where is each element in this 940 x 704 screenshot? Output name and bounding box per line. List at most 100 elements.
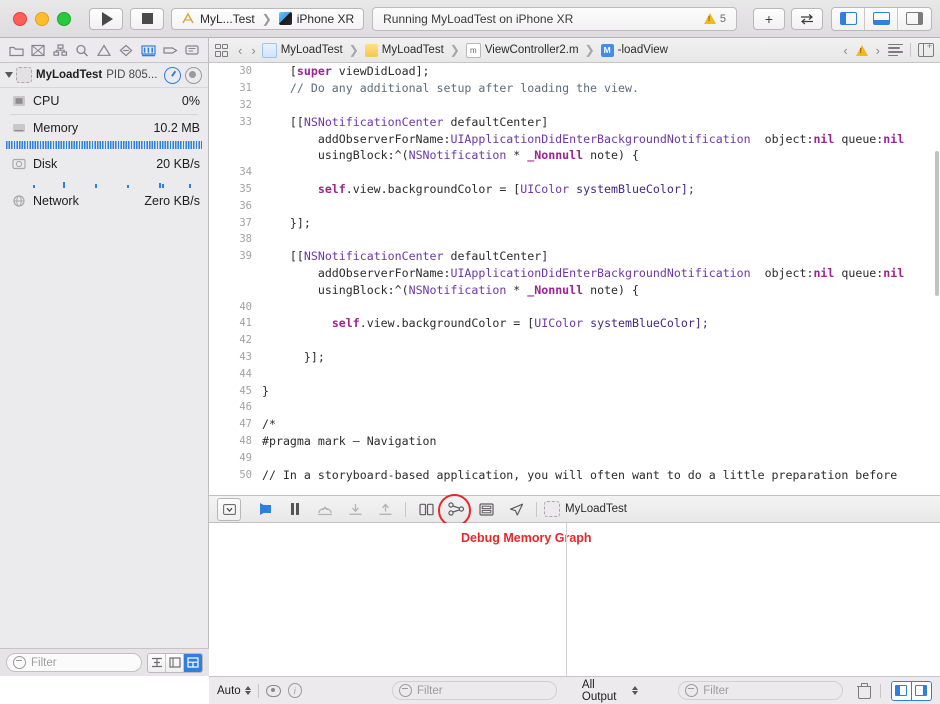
breadcrumb-item-3[interactable]: M -loadView bbox=[601, 44, 668, 57]
simulate-location-button[interactable] bbox=[501, 499, 531, 520]
xcode-window: MyL...Test ❯ iPhone XR Running MyLoadTes… bbox=[0, 0, 940, 704]
show-console-view-button[interactable] bbox=[912, 682, 932, 700]
close-window-button[interactable] bbox=[13, 12, 27, 26]
folder-icon bbox=[365, 44, 378, 57]
step-over-button[interactable] bbox=[310, 499, 340, 520]
warning-triangle-icon[interactable] bbox=[856, 45, 868, 56]
environment-overrides-button[interactable] bbox=[471, 499, 501, 520]
location-arrow-icon bbox=[509, 503, 524, 516]
gauge-row-network[interactable]: Network Zero KB/s bbox=[0, 188, 208, 214]
navigator-filter-field[interactable]: Filter bbox=[6, 653, 142, 672]
record-icon[interactable] bbox=[185, 67, 202, 84]
continue-button[interactable] bbox=[250, 499, 280, 520]
divider bbox=[258, 684, 259, 698]
line-number: 48 bbox=[209, 435, 262, 447]
assistant-editor-icon[interactable] bbox=[918, 43, 934, 57]
code-line: 33 [[NSNotificationCenter defaultCenter] bbox=[209, 113, 940, 130]
scheme-selector[interactable]: MyL...Test ❯ iPhone XR bbox=[171, 8, 364, 30]
code-lines-icon[interactable] bbox=[888, 44, 903, 56]
toggle-debug-area-button[interactable] bbox=[865, 8, 898, 30]
minimize-window-button[interactable] bbox=[35, 12, 49, 26]
stop-button[interactable] bbox=[130, 8, 164, 30]
warning-badge[interactable]: 5 bbox=[704, 13, 726, 25]
symbol-icon bbox=[53, 44, 68, 57]
code-text: // In a storyboard-based application, yo… bbox=[262, 468, 940, 482]
line-number: 31 bbox=[209, 82, 262, 94]
pause-icon bbox=[291, 503, 300, 515]
scheme-name: MyL...Test bbox=[200, 12, 255, 26]
code-editor[interactable]: 30 [super viewDidLoad];31 // Do any addi… bbox=[209, 63, 940, 495]
code-text: }]; bbox=[262, 350, 940, 364]
previous-issue-button[interactable]: ‹ bbox=[840, 43, 850, 58]
process-row[interactable]: MyLoadTest PID 805... bbox=[0, 63, 208, 88]
variables-scope-label: Auto bbox=[217, 685, 241, 697]
navigator-tab-test[interactable] bbox=[117, 42, 136, 59]
toolbar: MyL...Test ❯ iPhone XR Running MyLoadTes… bbox=[0, 0, 940, 38]
navigator-tab-debug[interactable] bbox=[139, 42, 158, 59]
variables-scope-popup[interactable]: Auto bbox=[217, 685, 251, 697]
info-icon[interactable]: i bbox=[288, 683, 302, 698]
navigate-back-button[interactable]: ‹ bbox=[235, 43, 245, 58]
code-line: usingBlock:^(NSNotification * _Nonnull n… bbox=[209, 281, 940, 298]
navigator-tab-find[interactable] bbox=[73, 42, 92, 59]
add-editor-button[interactable]: + bbox=[753, 8, 785, 30]
breadcrumb-item-2[interactable]: m ViewController2.m bbox=[466, 43, 579, 58]
clear-console-icon[interactable] bbox=[857, 683, 870, 698]
hierarchy-view-button[interactable] bbox=[166, 654, 184, 672]
debug-bar: MyLoadTest bbox=[209, 495, 940, 523]
step-into-button[interactable] bbox=[340, 499, 370, 520]
code-line: addObserverForName:UIApplicationDidEnter… bbox=[209, 130, 940, 147]
hide-debug-area-button[interactable] bbox=[217, 498, 241, 521]
line-number: 42 bbox=[209, 334, 262, 346]
breadcrumb-item-0[interactable]: MyLoadTest bbox=[262, 43, 343, 58]
disk-usage-graph bbox=[10, 179, 198, 188]
next-issue-button[interactable]: › bbox=[873, 43, 883, 58]
divider bbox=[910, 43, 911, 57]
hide-debug-icon bbox=[223, 504, 236, 515]
related-items-icon[interactable] bbox=[215, 44, 228, 57]
navigate-forward-button[interactable]: › bbox=[248, 43, 258, 58]
navigator-tab-symbol[interactable] bbox=[51, 42, 70, 59]
zoom-window-button[interactable] bbox=[57, 12, 71, 26]
show-variables-view-button[interactable] bbox=[892, 682, 912, 700]
toggle-inspector-button[interactable] bbox=[898, 8, 931, 30]
gauge-row-memory[interactable]: Memory 10.2 MB bbox=[0, 115, 208, 141]
variables-filter-field[interactable]: Filter bbox=[392, 681, 557, 700]
navigator-tab-report[interactable] bbox=[183, 42, 202, 59]
editor-vertical-scrollbar[interactable] bbox=[935, 65, 939, 493]
code-review-button[interactable] bbox=[791, 8, 823, 30]
breadcrumb-item-1[interactable]: MyLoadTest bbox=[365, 44, 444, 57]
code-line: 47/* bbox=[209, 416, 940, 433]
debug-process-item[interactable]: MyLoadTest bbox=[544, 501, 627, 517]
flat-view-button[interactable] bbox=[148, 654, 166, 672]
console-filter-field[interactable]: Filter bbox=[678, 681, 843, 700]
gauge-row-cpu[interactable]: CPU 0% bbox=[0, 88, 208, 114]
gauge-icon[interactable] bbox=[164, 67, 181, 84]
eye-icon[interactable] bbox=[266, 685, 281, 697]
grid-view-button[interactable] bbox=[184, 654, 202, 672]
run-button[interactable] bbox=[89, 8, 123, 30]
navigator-tab-breakpoint[interactable] bbox=[161, 42, 180, 59]
step-out-button[interactable] bbox=[370, 499, 400, 520]
gauge-value-disk: 20 KB/s bbox=[156, 157, 200, 171]
debug-area-divider[interactable] bbox=[566, 523, 567, 676]
toggle-navigator-button[interactable] bbox=[832, 8, 865, 30]
navigator-tab-source-control[interactable] bbox=[29, 42, 48, 59]
line-number: 45 bbox=[209, 385, 262, 397]
report-bubble-icon bbox=[185, 44, 199, 57]
gauge-row-disk[interactable]: Disk 20 KB/s bbox=[0, 151, 208, 177]
debug-bottom-bar: Auto i Filter All Output Filter bbox=[209, 676, 940, 704]
line-number: 36 bbox=[209, 200, 262, 212]
disclosure-triangle-icon[interactable] bbox=[5, 72, 13, 78]
method-icon: M bbox=[601, 44, 614, 57]
code-line: 32 bbox=[209, 97, 940, 114]
pause-button[interactable] bbox=[280, 499, 310, 520]
output-scope-popup[interactable]: All Output bbox=[582, 679, 638, 703]
debug-memory-graph-button[interactable] bbox=[441, 499, 471, 520]
app-icon bbox=[16, 67, 32, 83]
navigator-tab-project[interactable] bbox=[7, 42, 26, 59]
line-number: 41 bbox=[209, 317, 262, 329]
navigator-tab-issue[interactable] bbox=[95, 42, 114, 59]
view-hierarchy-icon bbox=[419, 503, 434, 516]
debug-view-hierarchy-button[interactable] bbox=[411, 499, 441, 520]
